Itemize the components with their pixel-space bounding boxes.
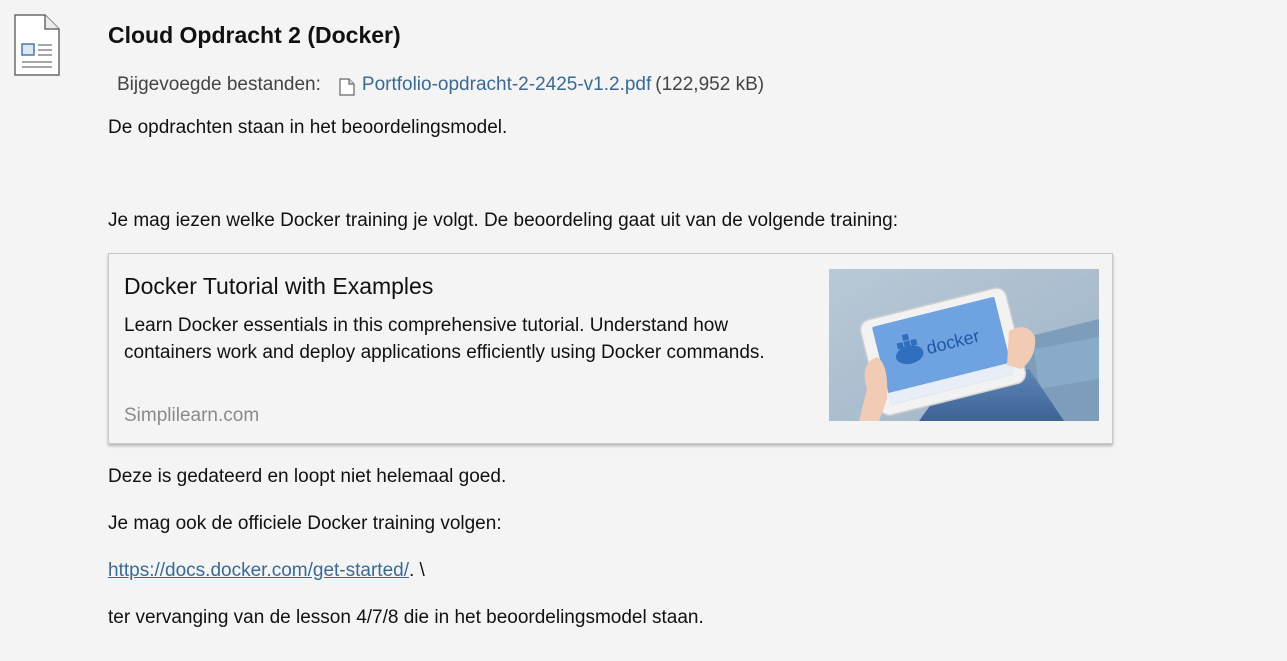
docker-get-started-link[interactable]: https://docs.docker.com/get-started/ <box>108 560 409 581</box>
link-card-source: Simplilearn.com <box>124 405 260 426</box>
link-preview-card[interactable]: Docker Tutorial with Examples Learn Dock… <box>108 253 1113 444</box>
assignment-title: Cloud Opdracht 2 (Docker) <box>108 22 401 48</box>
attachment-file-link[interactable]: Portfolio-opdracht-2-2425-v1.2.pdf <box>362 71 651 99</box>
page: Cloud Opdracht 2 (Docker) Bijgevoegde be… <box>0 0 1287 661</box>
attachment-file-size: (122,952 kB) <box>655 74 765 95</box>
outdated-note-paragraph: Deze is gedateerd en loopt niet helemaal… <box>108 466 507 487</box>
replacement-paragraph: ter vervanging van de lesson 4/7/8 die i… <box>108 607 704 628</box>
link-suffix: . \ <box>408 560 425 581</box>
intro-paragraph: De opdrachten staan in het beoordelingsm… <box>108 117 508 138</box>
link-card-thumbnail[interactable]: docker <box>829 269 1099 421</box>
pdf-file-icon <box>339 78 355 96</box>
official-training-paragraph: Je mag ook de officiele Docker training … <box>108 513 502 534</box>
link-card-description: Learn Docker essentials in this comprehe… <box>124 315 765 363</box>
attachments-row: Bijgevoegde bestanden: Portfolio-opdrach… <box>117 71 1118 99</box>
link-card-title[interactable]: Docker Tutorial with Examples <box>124 271 433 301</box>
docker-link-paragraph: https://docs.docker.com/get-started/. \ <box>108 557 1118 585</box>
training-paragraph: Je mag iezen welke Docker training je vo… <box>108 210 899 231</box>
assignment-content: Cloud Opdracht 2 (Docker) Bijgevoegde be… <box>108 18 1118 632</box>
assignment-document-icon <box>14 14 60 76</box>
attachments-label: Bijgevoegde bestanden: <box>117 74 321 95</box>
